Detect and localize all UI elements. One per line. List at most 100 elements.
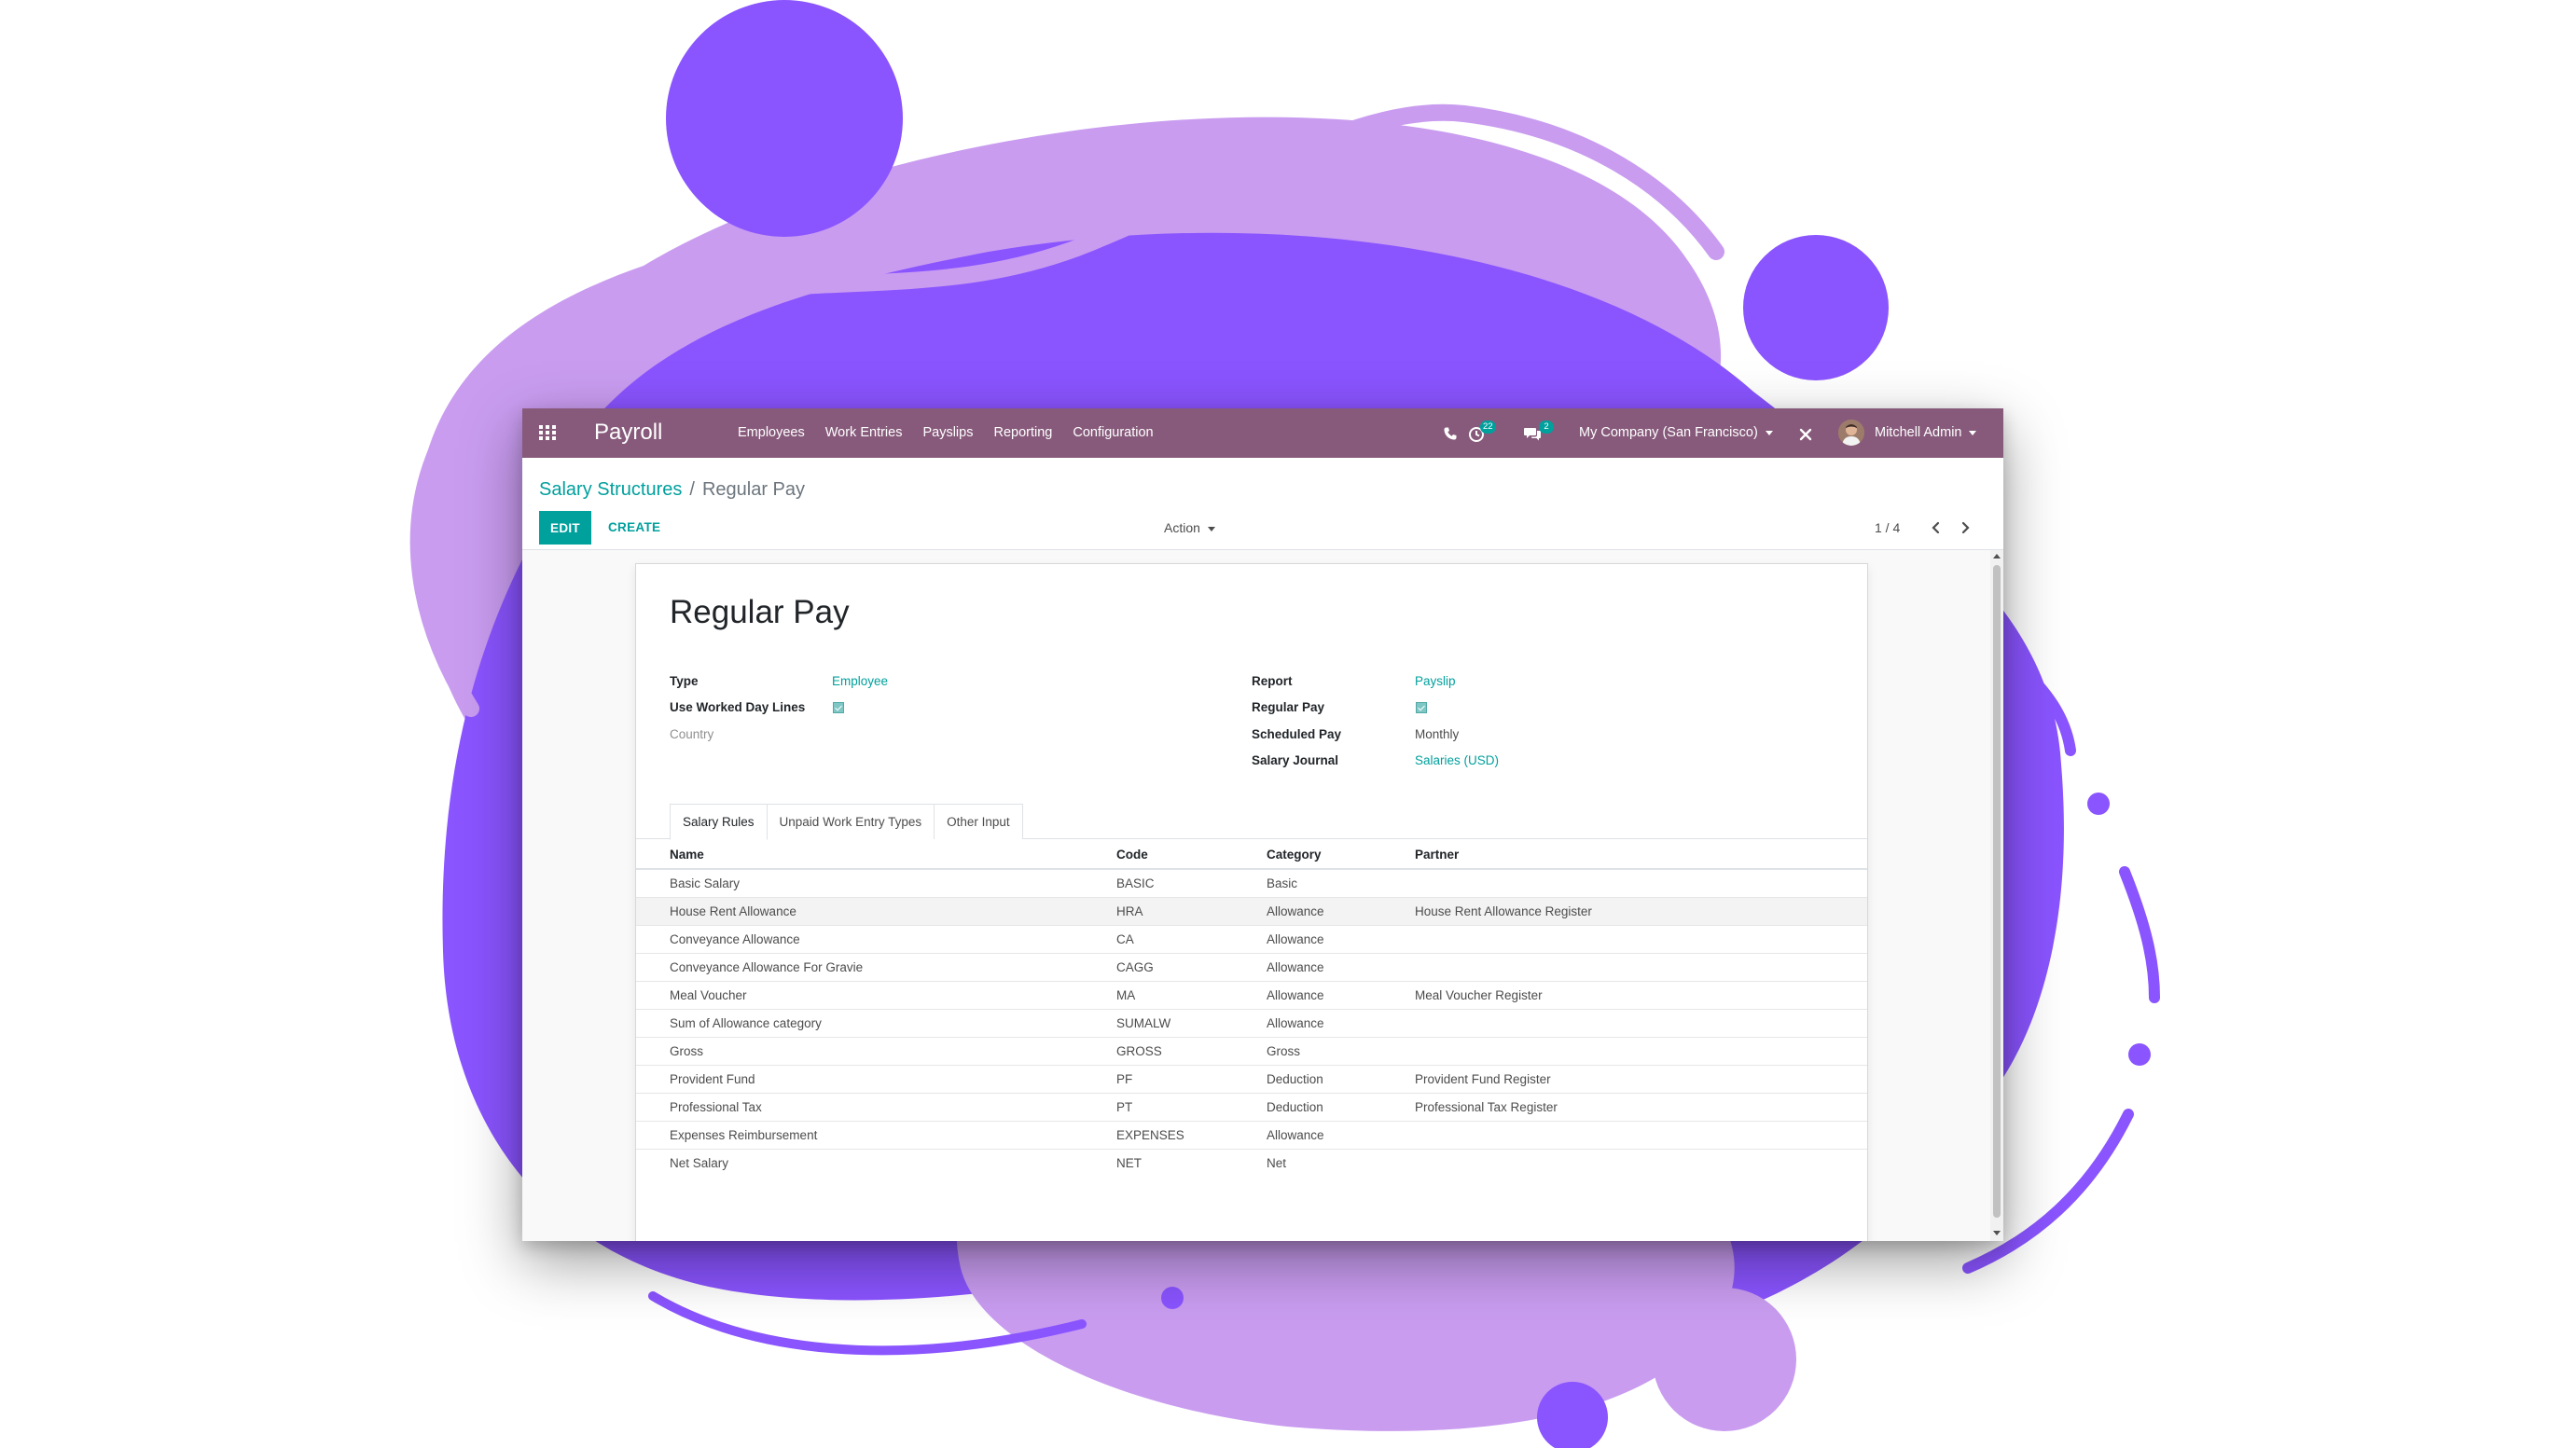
menu-configuration[interactable]: Configuration [1062,408,1163,458]
scroll-down-icon[interactable] [1993,1231,2001,1235]
cell-partner [1415,1121,1867,1150]
table-row[interactable]: Conveyance Allowance For Gravie CAGG All… [636,953,1867,982]
action-dropdown[interactable]: Action [1164,511,1215,545]
cell-category: Deduction [1267,1065,1415,1094]
salary-rules-table: Name Code Category Partner Basic Salary … [636,840,1867,1177]
breadcrumb: Salary Structures / Regular Pay [539,476,805,503]
table-row[interactable]: Meal Voucher MA Allowance Meal Voucher R… [636,981,1867,1010]
field-report-value[interactable]: Payslip [1415,673,1456,690]
cell-partner: Meal Voucher Register [1415,981,1867,1010]
cell-code: CAGG [1116,953,1267,982]
apps-grid-icon[interactable] [537,422,558,443]
menu-payslips[interactable]: Payslips [912,408,983,458]
cell-code: HRA [1116,897,1267,926]
circle [2128,1043,2151,1066]
column-header-name[interactable]: Name [636,840,1116,870]
cell-partner [1415,1149,1867,1177]
cell-partner: Provident Fund Register [1415,1065,1867,1094]
action-label: Action [1164,520,1200,535]
scrollbar-thumb[interactable] [1993,565,2001,1218]
cell-code: NET [1116,1149,1267,1177]
user-menu[interactable]: Mitchell Admin [1875,408,1977,458]
user-avatar[interactable] [1838,420,1864,446]
arc [2119,866,2160,1003]
cell-name: Conveyance Allowance [636,925,1116,954]
cell-name: Professional Tax [636,1093,1116,1122]
cell-name: House Rent Allowance [636,897,1116,926]
column-header-category[interactable]: Category [1267,840,1415,870]
scroll-up-icon[interactable] [1993,554,2001,559]
cell-code: EXPENSES [1116,1121,1267,1150]
field-label-use-worked-day-lines: Use Worked Day Lines [670,700,806,714]
breadcrumb-current: Regular Pay [701,479,806,500]
create-button[interactable]: CREATE [602,511,666,545]
table-row[interactable]: House Rent Allowance HRA Allowance House… [636,897,1867,926]
cell-code: GROSS [1116,1037,1267,1066]
cell-name: Net Salary [636,1149,1116,1177]
field-label-regular-pay: Regular Pay [1252,700,1325,714]
form-sheet: Regular Pay Type Employee Use Worked Day… [635,563,1868,1241]
activity-count-badge: 22 [1480,421,1496,434]
record-title: Regular Pay [670,594,850,630]
field-salary-journal-value[interactable]: Salaries (USD) [1415,752,1499,769]
avatar-image [1838,420,1864,446]
chevron-down-icon [1207,526,1215,531]
pager-next-icon[interactable] [1957,519,1974,536]
menu-work-entries[interactable]: Work Entries [815,408,913,458]
pager-value: 1 / 4 [1875,520,1901,535]
cell-category: Allowance [1267,953,1415,982]
table-row[interactable]: Provident Fund PF Deduction Provident Fu… [636,1065,1867,1094]
field-label-scheduled-pay: Scheduled Pay [1252,727,1342,741]
field-type-value[interactable]: Employee [832,673,888,690]
table-row[interactable]: Expenses Reimbursement EXPENSES Allowanc… [636,1121,1867,1150]
cell-category: Allowance [1267,1121,1415,1150]
cell-partner [1415,953,1867,982]
column-header-partner[interactable]: Partner [1415,840,1867,870]
table-row[interactable]: Basic Salary BASIC Basic [636,868,1867,898]
column-header-code[interactable]: Code [1116,840,1267,870]
tab-unpaid-work-entry-types[interactable]: Unpaid Work Entry Types [766,804,935,839]
company-name: My Company (San Francisco) [1579,425,1758,440]
circle [666,0,903,237]
field-label-salary-journal: Salary Journal [1252,753,1339,767]
table-header-row: Name Code Category Partner [636,840,1867,870]
table-row[interactable]: Net Salary NET Net [636,1149,1867,1177]
cell-partner [1415,868,1867,898]
breadcrumb-salary-structures[interactable]: Salary Structures [539,479,682,500]
control-panel: Salary Structures / Regular Pay EDIT CREAT… [522,458,2003,550]
cell-name: Basic Salary [636,868,1116,898]
cell-partner [1415,1009,1867,1038]
cell-code: MA [1116,981,1267,1010]
regular-pay-checkbox[interactable] [1416,702,1427,713]
cell-category: Basic [1267,868,1415,898]
form-content-area: Regular Pay Type Employee Use Worked Day… [522,550,1990,1241]
app-brand[interactable]: Payroll [594,418,662,448]
circle [1743,235,1889,380]
menu-employees[interactable]: Employees [727,408,815,458]
table-row[interactable]: Gross GROSS Gross [636,1037,1867,1066]
table-row[interactable]: Conveyance Allowance CA Allowance [636,925,1867,954]
cell-category: Deduction [1267,1093,1415,1122]
edit-button[interactable]: EDIT [539,511,591,545]
circle [1653,1288,1796,1431]
pager-previous-icon[interactable] [1928,519,1945,536]
tab-other-input[interactable]: Other Input [934,804,1023,839]
cell-code: BASIC [1116,868,1267,898]
use-worked-day-lines-checkbox[interactable] [833,702,844,713]
field-label-type: Type [670,674,699,688]
cell-name: Expenses Reimbursement [636,1121,1116,1150]
close-icon[interactable] [1799,428,1812,441]
menu-reporting[interactable]: Reporting [983,408,1062,458]
table-row[interactable]: Sum of Allowance category SUMALW Allowan… [636,1009,1867,1038]
company-switcher[interactable]: My Company (San Francisco) [1579,408,1773,458]
cell-partner [1415,925,1867,954]
table-row[interactable]: Professional Tax PT Deduction Profession… [636,1093,1867,1122]
notebook-tabs: Salary Rules Unpaid Work Entry Types Oth… [670,804,1023,840]
phone-icon[interactable] [1443,426,1458,441]
circle [1161,1287,1184,1309]
vertical-scrollbar[interactable] [1990,550,2003,1241]
cell-name: Provident Fund [636,1065,1116,1094]
tab-salary-rules[interactable]: Salary Rules [670,804,768,840]
chevron-down-icon [1765,430,1773,435]
cell-code: CA [1116,925,1267,954]
